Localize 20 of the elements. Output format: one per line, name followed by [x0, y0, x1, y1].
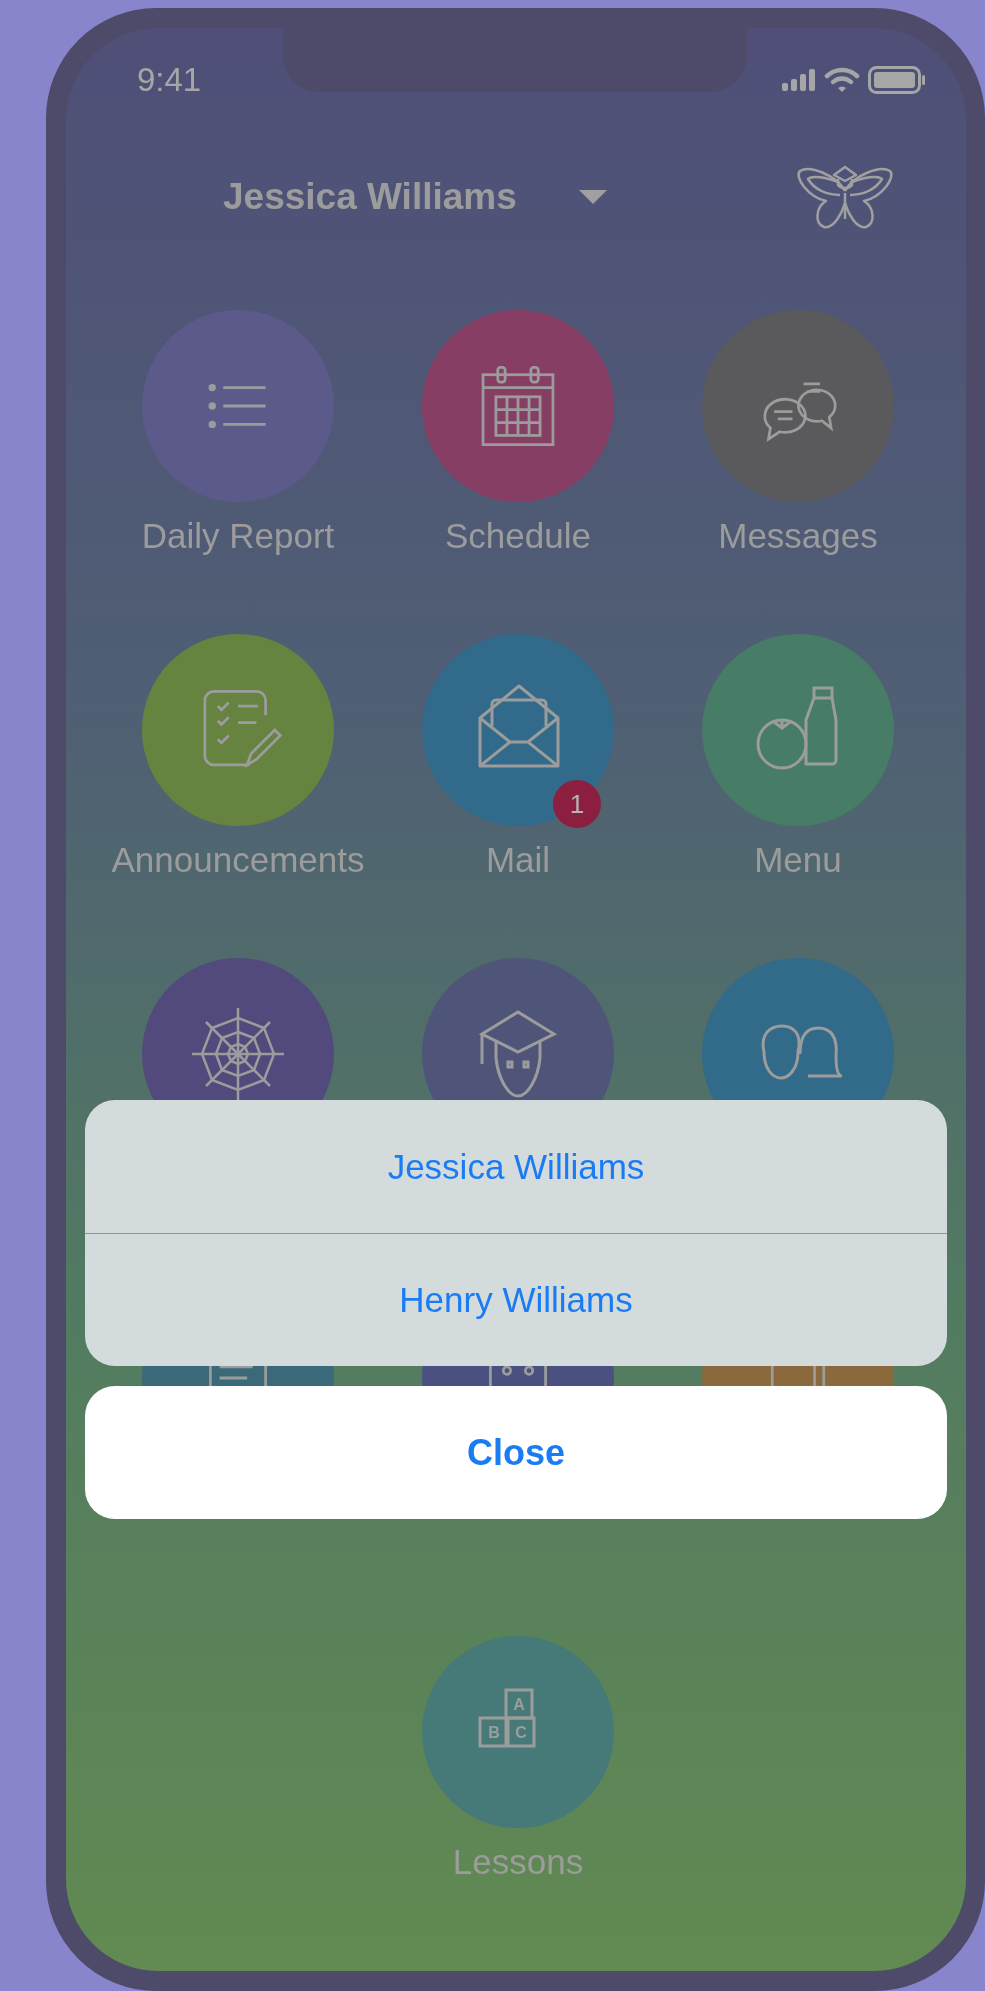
butterfly-logo-icon	[796, 163, 894, 231]
unread-badge: 1	[553, 780, 601, 828]
action-sheet-option[interactable]: Henry Williams	[85, 1233, 947, 1366]
status-time: 9:41	[137, 61, 202, 99]
menu-tile-button[interactable]: A B C	[422, 1636, 614, 1828]
tile-label: Mail	[485, 840, 551, 880]
child-switcher[interactable]: Jessica Williams	[223, 176, 607, 218]
battery-icon	[868, 66, 926, 94]
tile-label: Daily Report	[141, 516, 335, 556]
wifi-icon	[824, 67, 860, 93]
menu-tile-button[interactable]: 1	[422, 634, 614, 826]
signal-icon	[782, 69, 816, 91]
tile-label: Announcements	[111, 840, 365, 880]
caret-icon	[578, 189, 607, 205]
action-sheet-option[interactable]: Jessica Williams	[85, 1100, 947, 1233]
tile-label: Menu	[754, 840, 842, 880]
tile-label: Messages	[718, 516, 878, 556]
tile-label: Schedule	[445, 516, 591, 556]
tile-label: Lessons	[452, 1842, 584, 1882]
close-button[interactable]: Close	[85, 1386, 947, 1519]
